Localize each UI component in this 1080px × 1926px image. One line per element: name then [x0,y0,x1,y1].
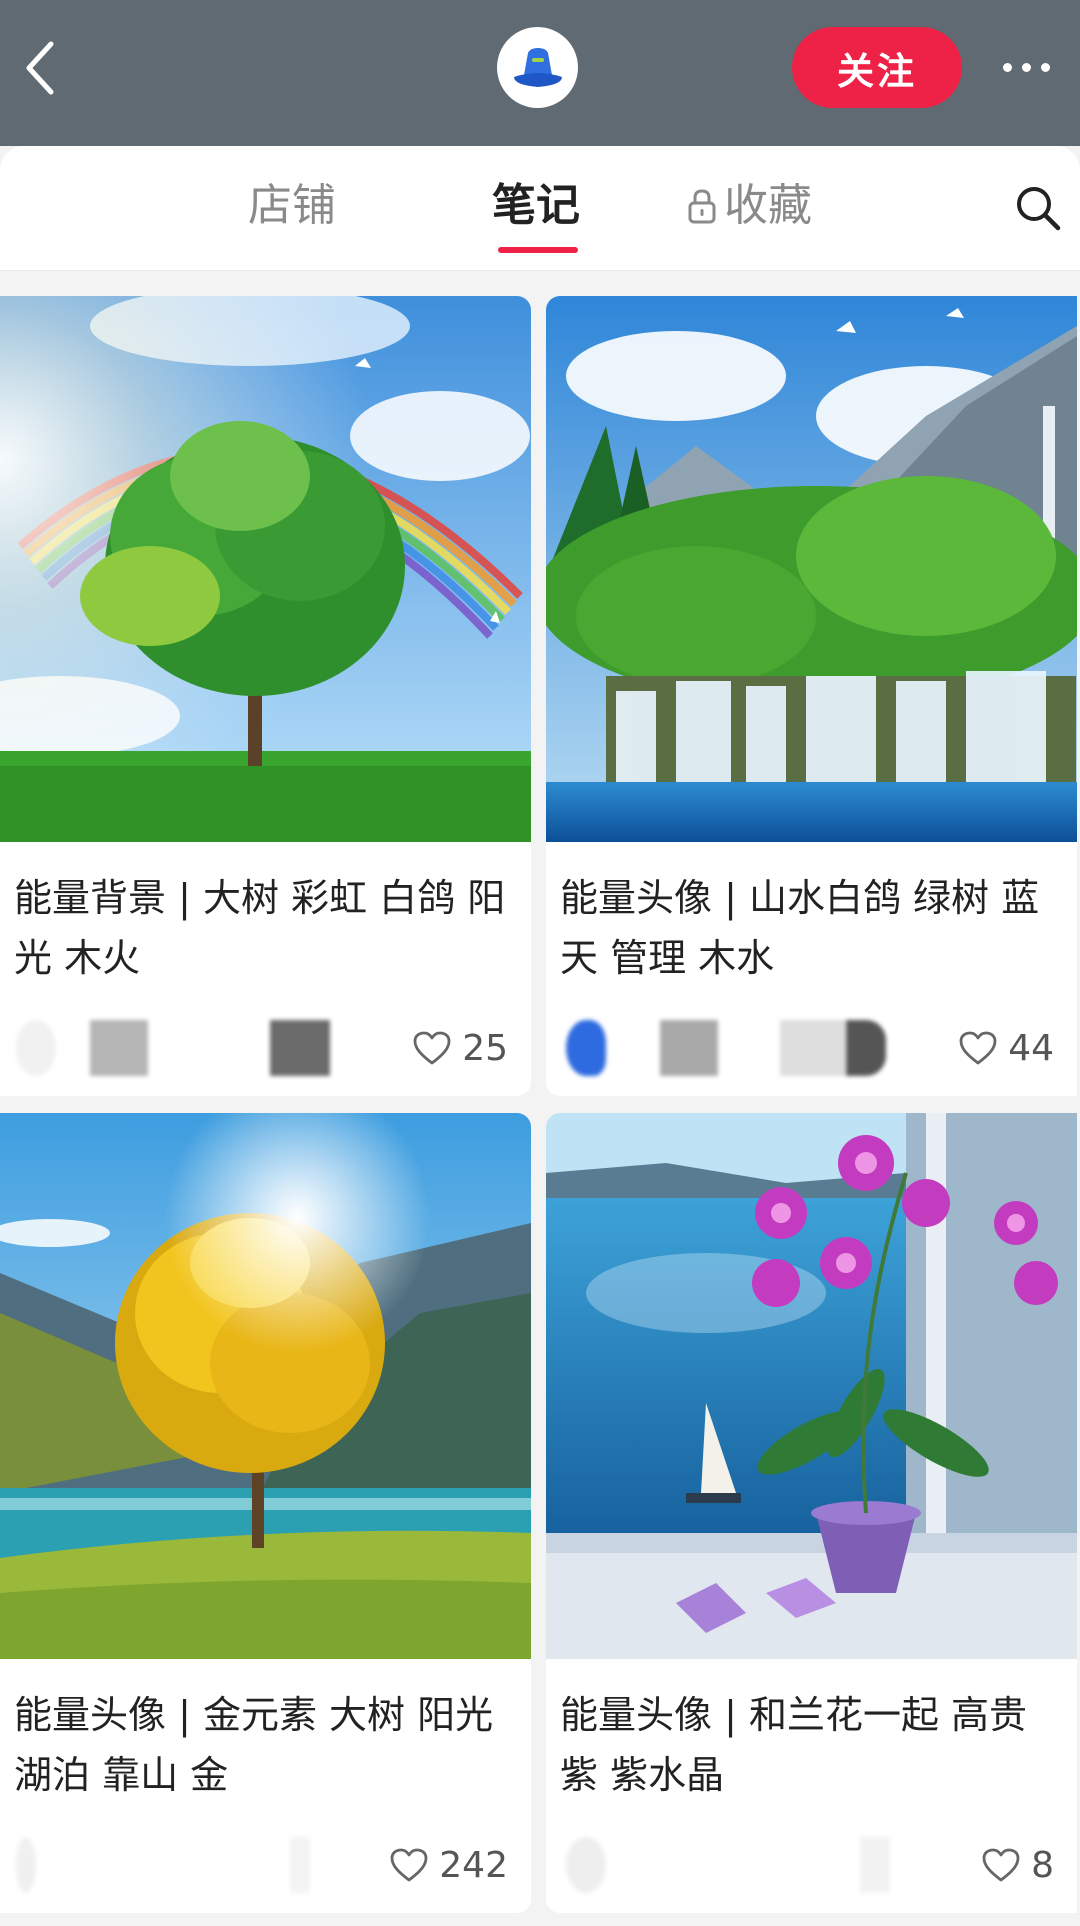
profile-tab-bar: 店铺 笔记 收藏 [0,146,1080,271]
note-cover-image [546,1113,1077,1659]
note-cover-image [0,296,531,842]
avatar[interactable] [497,27,578,108]
note-card[interactable]: 能量头像 | 和兰花一起 高贵紫 紫水晶 8 [546,1113,1077,1913]
like-button[interactable]: 8 [981,1835,1054,1895]
back-button[interactable] [14,32,66,104]
avatar [16,1020,56,1076]
author-name-redacted [780,1020,846,1076]
avatar [16,1837,36,1893]
note-card[interactable]: 能量背景 | 大树 彩虹 白鸽 阳光 木火 25 [0,296,531,1096]
avatar [566,1020,606,1076]
note-cover-image [546,296,1077,842]
like-count: 242 [439,1844,508,1886]
heart-icon [413,1031,451,1065]
author-name-redacted [290,1837,310,1893]
author-row: 8 [560,1825,1068,1893]
author-row: 25 [14,1008,522,1076]
more-dots-icon [1002,62,1012,72]
author-row: 242 [14,1825,522,1893]
tab-favorites-label: 收藏 [724,180,812,231]
tab-notes[interactable]: 笔记 [492,176,580,236]
author-name-redacted [660,1020,718,1076]
lock-icon [688,189,716,224]
back-arrow-icon [26,41,54,95]
avatar [566,1837,606,1893]
note-title: 能量头像 | 金元素 大树 阳光 湖泊 靠山 金 [14,1693,494,1797]
heart-icon [959,1031,997,1065]
author-name-redacted [846,1020,886,1076]
more-options-button[interactable] [990,44,1062,90]
author-name-redacted [270,1020,330,1076]
note-title: 能量背景 | 大树 彩虹 白鸽 阳光 木火 [14,876,506,980]
note-cover-image [0,1113,531,1659]
tab-store[interactable]: 店铺 [248,176,336,236]
follow-button[interactable]: 关注 [792,27,962,108]
active-tab-indicator [498,247,578,253]
like-count: 25 [462,1027,508,1069]
author-name-redacted [860,1837,890,1893]
like-count: 8 [1031,1844,1054,1886]
top-header: 关注 [0,0,1080,146]
note-title: 能量头像 | 和兰花一起 高贵紫 紫水晶 [560,1693,1028,1797]
blue-hat-avatar-icon [513,47,562,87]
search-icon [1017,187,1061,231]
heart-icon [982,1848,1020,1882]
note-card[interactable]: 能量头像 | 金元素 大树 阳光 湖泊 靠山 金 242 [0,1113,531,1913]
author-name-redacted [90,1020,148,1076]
author-row: 44 [560,1008,1068,1076]
heart-icon [390,1848,428,1882]
like-count: 44 [1008,1027,1054,1069]
like-button[interactable]: 242 [389,1835,508,1895]
tab-favorites[interactable]: 收藏 [686,176,812,236]
search-button[interactable] [1012,182,1064,234]
like-button[interactable]: 25 [412,1018,508,1078]
note-title: 能量头像 | 山水白鸽 绿树 蓝天 管理 木水 [560,876,1040,980]
like-button[interactable]: 44 [958,1018,1054,1078]
note-card[interactable]: 能量头像 | 山水白鸽 绿树 蓝天 管理 木水 44 [546,296,1077,1096]
